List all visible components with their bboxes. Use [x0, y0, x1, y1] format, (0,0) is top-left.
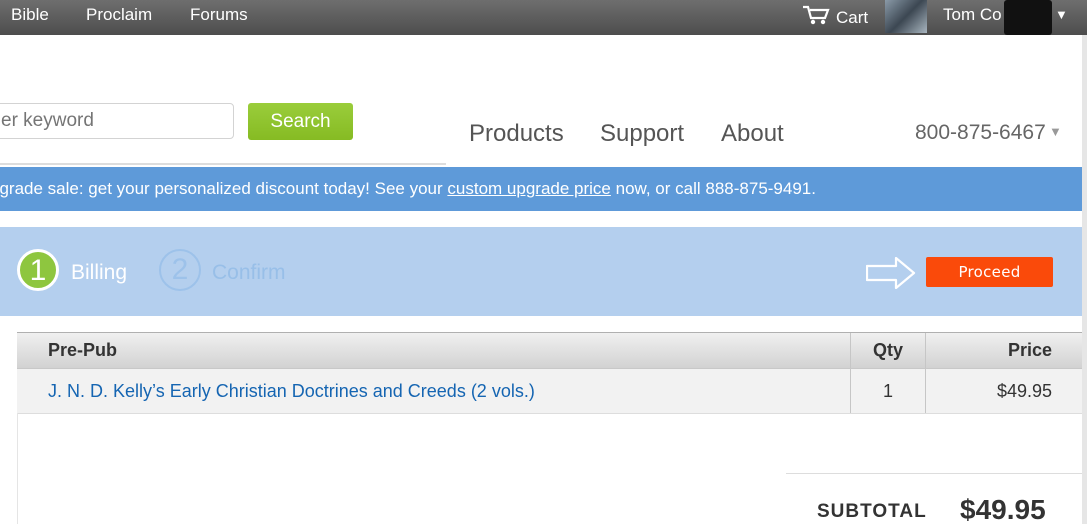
search-button[interactable]: Search [248, 103, 353, 140]
promo-text: pgrade sale: get your personalized disco… [0, 179, 816, 199]
cart-label: Cart [836, 7, 869, 27]
top-bar: Bible Proclaim Forums Cart Tom Co ▼ [0, 0, 1087, 35]
subtotal-divider [786, 473, 1082, 474]
header-qty: Qty [850, 333, 926, 368]
avatar[interactable] [885, 0, 927, 33]
table-header: Pre-Pub Qty Price [17, 332, 1082, 369]
scrollbar[interactable] [1082, 35, 1087, 524]
redacted-area [1004, 0, 1052, 35]
custom-upgrade-link[interactable]: custom upgrade price [447, 179, 610, 198]
product-price: $49.95 [996, 381, 1052, 401]
step-billing-label: Billing [71, 261, 128, 284]
cart-table: Pre-Pub Qty Price J. N. D. Kelly’s Early… [17, 332, 1082, 414]
user-name[interactable]: Tom Co [943, 5, 1002, 25]
header-divider [0, 163, 446, 165]
promo-banner: pgrade sale: get your personalized disco… [0, 167, 1082, 211]
user-menu-caret-icon[interactable]: ▼ [1055, 7, 1068, 22]
top-nav-forums[interactable]: Forums [190, 5, 248, 25]
promo-text-after: now, or call 888-875-9491. [610, 179, 816, 198]
step-1-circle: 1 [17, 249, 59, 291]
checkout-steps: 1 Billing 2 Confirm Proceed [0, 227, 1082, 316]
nav-about[interactable]: About [721, 120, 784, 148]
header-item: Pre-Pub [48, 340, 118, 360]
proceed-button[interactable]: Proceed [926, 257, 1053, 287]
nav-support[interactable]: Support [600, 120, 684, 148]
cart-link[interactable]: Cart [802, 4, 868, 31]
phone-caret-icon[interactable]: ▼ [1049, 124, 1062, 139]
arrow-right-icon [865, 256, 916, 294]
product-qty: 1 [850, 369, 926, 413]
phone-number[interactable]: 800-875-6467 [915, 121, 1046, 145]
subtotal-value: $49.95 [960, 494, 1046, 525]
search-input[interactable] [0, 103, 234, 139]
table-border [17, 413, 18, 524]
promo-text-before: pgrade sale: get your personalized disco… [0, 179, 448, 198]
cart-icon [802, 4, 830, 31]
step-confirm-label: Confirm [212, 261, 286, 284]
nav-products[interactable]: Products [469, 120, 564, 148]
subtotal-label: SUBTOTAL [817, 501, 927, 522]
step-2-circle: 2 [159, 249, 201, 291]
top-nav-proclaim[interactable]: Proclaim [86, 5, 152, 25]
table-row: J. N. D. Kelly’s Early Christian Doctrin… [17, 369, 1082, 414]
top-nav-bible[interactable]: Bible [11, 5, 49, 25]
header-price: Price [1007, 340, 1052, 360]
product-link[interactable]: J. N. D. Kelly’s Early Christian Doctrin… [17, 369, 850, 413]
